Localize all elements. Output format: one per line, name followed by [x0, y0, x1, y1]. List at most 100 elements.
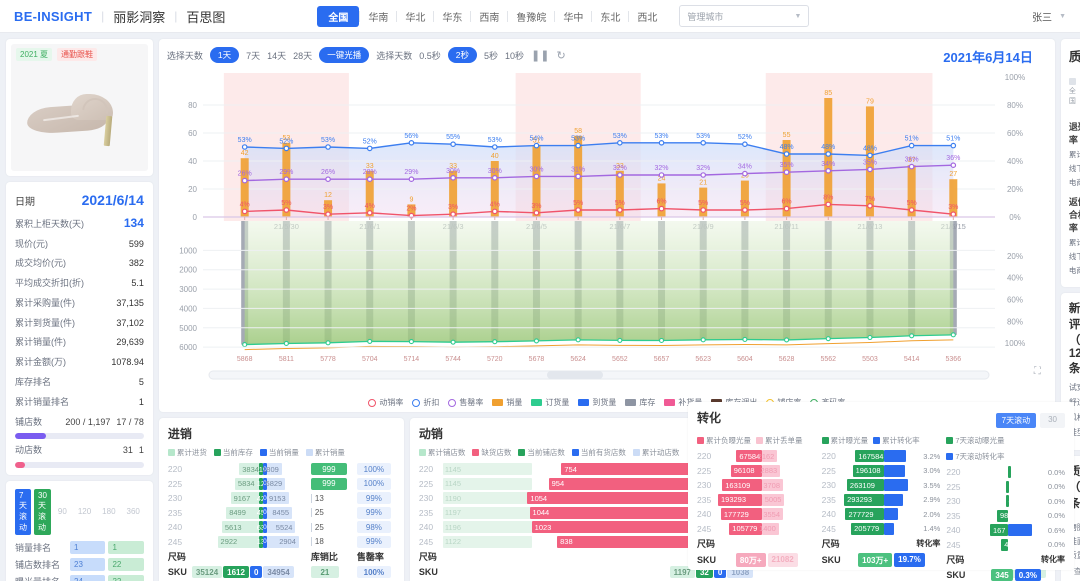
region-tab-6[interactable]: 华中	[555, 6, 591, 27]
row-bars: 277729	[843, 508, 914, 520]
day-option-0[interactable]: 1天	[210, 47, 239, 63]
series-point-label: 3%	[323, 204, 333, 211]
row-sellthrough: 99%	[357, 507, 395, 519]
rank-chip-0[interactable]: 7天滚动	[15, 489, 31, 535]
legend-swatch	[822, 437, 829, 444]
region-tab-8[interactable]: 西北	[629, 6, 665, 27]
seg-lost-orders: 5005	[762, 494, 785, 506]
row-bars: 196108	[843, 465, 914, 477]
rank-chip-2[interactable]: 90	[54, 505, 71, 518]
row-bars: 205779	[843, 523, 914, 535]
legend-item: 7天滚动转化率	[946, 451, 1004, 462]
rank-bar-7day: 1	[70, 541, 105, 554]
group-legend: 7天滚动曝光量7天滚动转化率	[946, 435, 1065, 462]
stat-label: 日期	[15, 193, 35, 208]
stat-value: 29,639	[116, 337, 144, 347]
legend-item: 累计曝光量	[822, 435, 869, 446]
stat-row-6: 累计到货量(件)37,102	[15, 312, 144, 332]
row-bars: 29221302904	[192, 536, 307, 548]
series-point	[951, 163, 955, 167]
series-point	[701, 208, 705, 212]
sku-label: SKU	[697, 555, 715, 565]
rank-chip-4[interactable]: 180	[98, 505, 119, 518]
quality-legend-item-0: 全国	[1069, 78, 1078, 106]
rank-chip-3[interactable]: 120	[74, 505, 95, 518]
speed-option-0[interactable]: 0.5秒	[419, 49, 441, 62]
day-option-1[interactable]: 7天	[246, 49, 260, 62]
row-size: 220	[946, 467, 964, 477]
stat-value: 1	[139, 397, 144, 407]
region-tab-4[interactable]: 西南	[471, 6, 507, 27]
y-tick-left: 20	[188, 185, 197, 194]
section-title: 退残率	[1069, 120, 1080, 146]
jinxiao-row: 230916742091531399%	[168, 492, 395, 504]
series-point	[868, 204, 872, 208]
order-point	[618, 338, 622, 342]
legend-swatch	[492, 399, 503, 406]
rank-chip-5[interactable]: 360	[123, 505, 144, 518]
y-tick-right-bottom: 40%	[1007, 274, 1023, 283]
y-tick-right-bottom: 20%	[1007, 252, 1023, 261]
stat-label: 现价(元)	[15, 237, 48, 250]
chart-svg: 0204060800%20%40%60%80%100%4253123393340…	[167, 69, 1047, 399]
zhuanhua-toggle-1[interactable]: 30	[1040, 413, 1065, 428]
quality-row: 累计3%5%	[1069, 149, 1080, 160]
region-tab-3[interactable]: 华东	[434, 6, 470, 27]
zhuanhua-period-toggle[interactable]: 7天滚动 30	[996, 413, 1065, 428]
row-size: 225	[946, 482, 964, 492]
region-tab-5[interactable]: 鲁豫皖	[508, 6, 554, 27]
row-size: 220	[168, 464, 188, 474]
region-tab-0[interactable]: 全国	[317, 6, 359, 27]
play-all-button[interactable]: 一键光播	[319, 47, 369, 63]
series-point	[326, 212, 330, 216]
zhuanhua-toggle-0[interactable]: 7天滚动	[996, 413, 1036, 428]
region-tab-2[interactable]: 华北	[397, 6, 433, 27]
rank-period-chips[interactable]: 7天滚动30天滚动90120180 360	[15, 489, 144, 535]
city-select[interactable]: 管理城市 ▼	[679, 5, 809, 27]
y-tick-right-bottom: 100%	[1005, 339, 1025, 348]
stat-label: 累计采购量(件)	[15, 296, 75, 309]
chart-toolbar[interactable]: 选择天数1天7天14天28天一键光播选择天数0.5秒2秒5秒10秒❚❚↻	[167, 45, 1047, 65]
row-conversion-rate: 0.0%	[1041, 540, 1065, 549]
days-label: 选择天数	[167, 49, 203, 62]
legend-label: 累计进货	[177, 448, 207, 457]
y-tick-right: 0%	[1009, 213, 1021, 222]
day-option-2[interactable]: 14天	[267, 49, 286, 62]
row-size: 230	[419, 493, 439, 503]
order-area-fill	[245, 221, 954, 345]
speed-option-2[interactable]: 5秒	[484, 49, 498, 62]
region-tab-7[interactable]: 东北	[592, 6, 628, 27]
rank-chip-1[interactable]: 30天滚动	[34, 489, 51, 535]
region-nav[interactable]: 全国华南华北华东西南鲁豫皖华中东北西北	[317, 6, 665, 27]
expand-icon[interactable]: ⛶	[1034, 366, 1041, 377]
seg-oos-stores: 838	[557, 536, 689, 548]
seg-cumulative-sales: 9153	[267, 492, 289, 504]
speed-option-3[interactable]: 10秒	[505, 49, 524, 62]
zhuanhua-row: 2452057791.4%	[822, 523, 941, 535]
refresh-icon[interactable]: ↻	[556, 49, 565, 62]
seg-exposure: 167	[990, 524, 1008, 536]
stock-value-label: 5652	[612, 356, 628, 363]
series-point	[284, 177, 288, 181]
y-tick-left: 80	[188, 101, 197, 110]
series-point	[367, 177, 371, 181]
sales-bar-label: 42	[241, 150, 249, 157]
series-point-label: 4%	[240, 201, 250, 208]
speed-option-1[interactable]: 2秒	[448, 47, 477, 63]
user-menu[interactable]: 张三 ▼	[1032, 9, 1066, 24]
product-tags: 2021 夏 通勤跟鞋	[16, 48, 97, 61]
pause-icon[interactable]: ❚❚	[531, 49, 549, 62]
seg-cumulative-in: 8499	[226, 507, 258, 519]
series-point	[618, 173, 622, 177]
series-point	[326, 145, 330, 149]
series-point	[743, 142, 747, 146]
stock-value-label: 5744	[445, 356, 461, 363]
rank-row-0: 销量排名11	[15, 541, 144, 554]
region-tab-1[interactable]: 华南	[360, 6, 396, 27]
row-size: 245	[168, 537, 188, 547]
seg-conversion	[884, 508, 898, 520]
day-option-3[interactable]: 28天	[293, 49, 312, 62]
stat-value: 1078.94	[111, 357, 144, 367]
sales-bar-label: 12	[324, 192, 332, 199]
series-point	[951, 212, 955, 216]
